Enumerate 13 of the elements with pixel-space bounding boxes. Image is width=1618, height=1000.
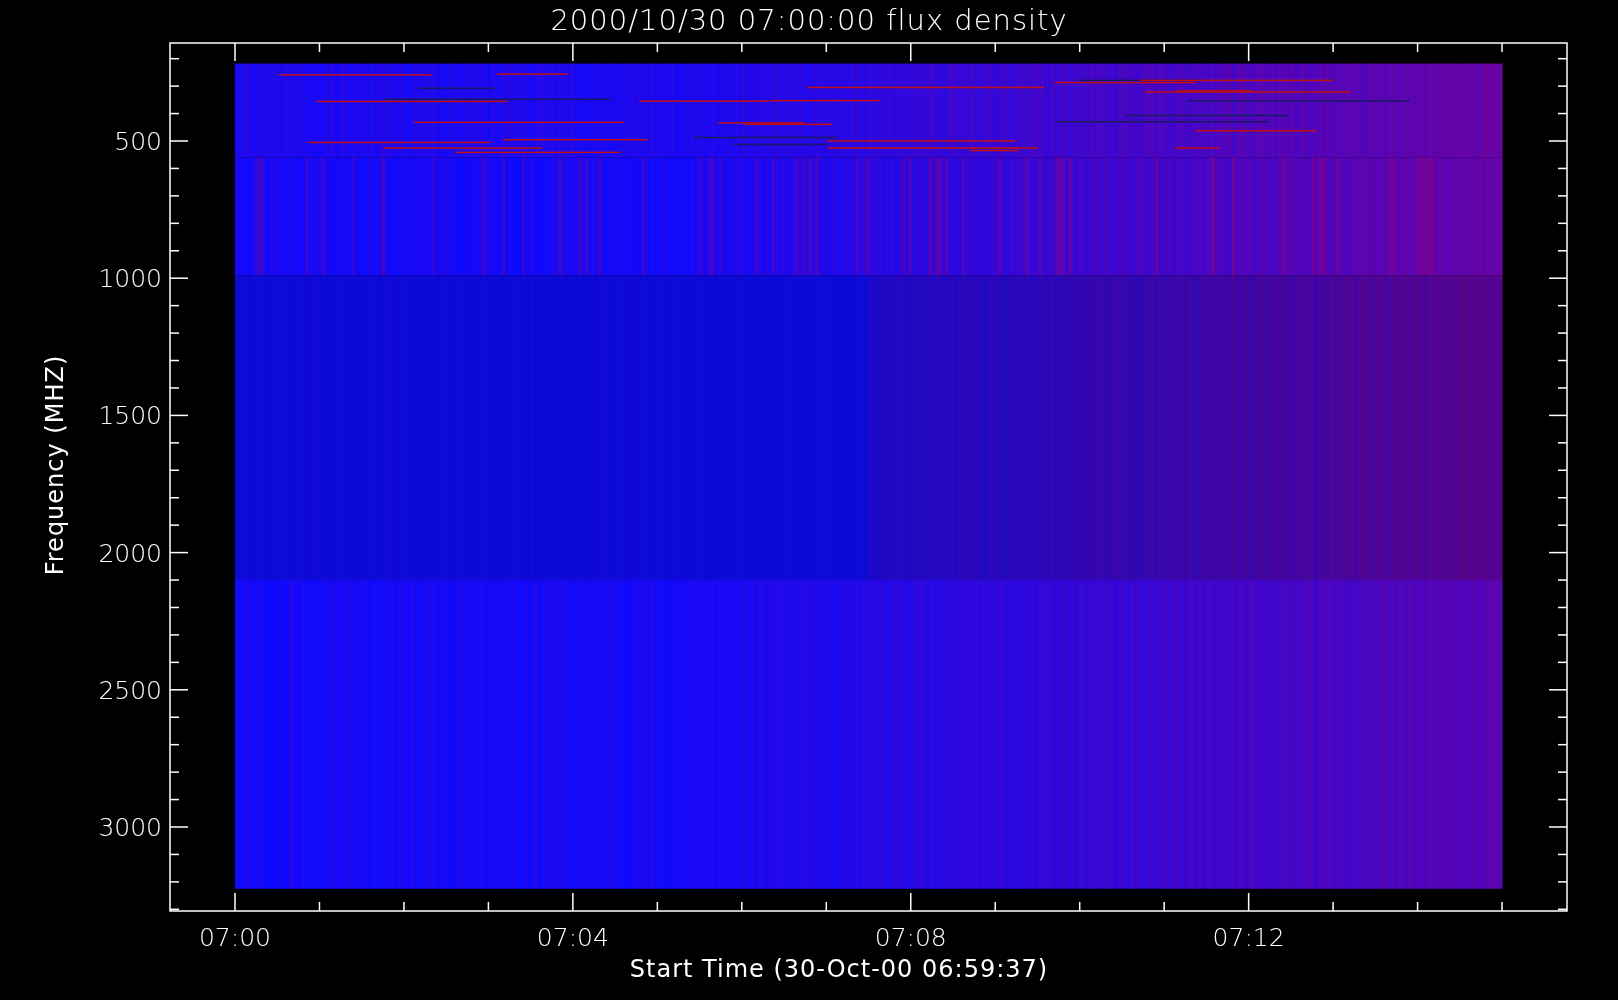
plot-title: 2000/10/30 07:00:00 flux density — [550, 3, 1068, 37]
y-tick-label: 3000 — [98, 813, 162, 842]
y-tick-label: 1000 — [98, 264, 162, 294]
y-tick-label: 2000 — [98, 538, 162, 568]
x-tick-label: 07:12 — [1212, 923, 1285, 952]
y-tick-label: 500 — [114, 127, 162, 156]
y-axis-label: Frequency (MHZ) — [41, 354, 69, 576]
x-tick-label: 07:04 — [536, 923, 609, 952]
x-tick-label: 07:08 — [874, 923, 947, 952]
x-axis-label: Start Time (30-Oct-00 06:59:37) — [629, 955, 1049, 985]
x-tick-label: 07:00 — [199, 923, 271, 952]
y-tick-label: 2500 — [98, 675, 162, 705]
y-tick-label: 1500 — [98, 401, 162, 431]
